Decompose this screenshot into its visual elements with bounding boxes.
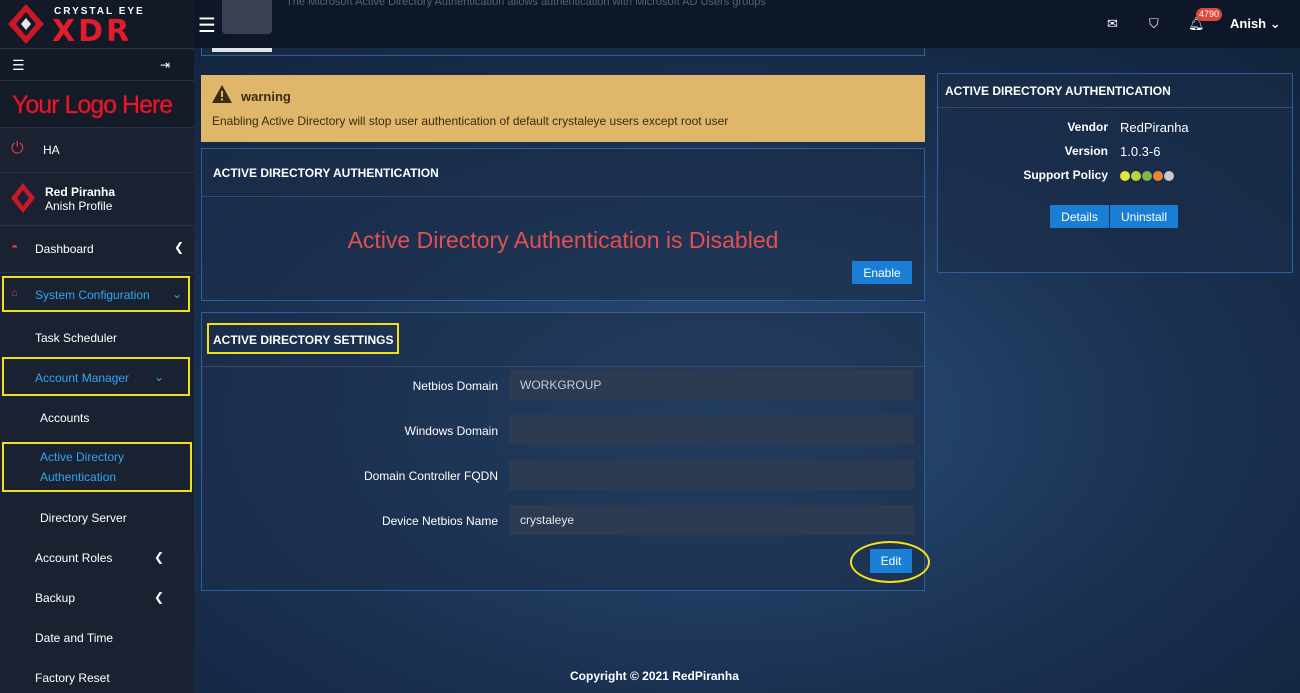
sidebar-item-ha[interactable]: ⏻ HA [0, 128, 194, 172]
power-icon: ⏻ [11, 140, 24, 157]
sidebar-item-label: Task Scheduler [35, 331, 118, 345]
panel-title: ACTIVE DIRECTORY AUTHENTICATION [938, 74, 1292, 108]
dashboard-icon: ◓ [11, 240, 19, 254]
sidebar-item-label: Directory Server [40, 511, 127, 525]
highlight-box-system-configuration [2, 276, 190, 312]
panel-title: ACTIVE DIRECTORY AUTHENTICATION [202, 149, 924, 197]
chevron-down-icon: ⌄ [1269, 16, 1281, 31]
sidebar-item-label: Date and Time [35, 631, 114, 645]
device-netbios-name-input[interactable] [509, 505, 914, 535]
support-policy-label: Support Policy [1023, 168, 1108, 182]
brand-big-text: XDR [52, 14, 133, 49]
vendor-value: RedPiranha [1120, 120, 1189, 135]
highlight-box-active-directory [2, 442, 192, 492]
mail-icon[interactable]: ✉ [1107, 16, 1118, 32]
logout-icon[interactable]: ⇥ [160, 58, 170, 72]
highlight-ellipse-edit [850, 541, 930, 583]
sidebar-item-backup[interactable]: Backup ❮ [0, 584, 194, 612]
field-label: Domain Controller FQDN [363, 469, 498, 483]
version-label: Version [1064, 144, 1108, 158]
sidebar-item-label: Factory Reset [35, 671, 110, 685]
warning-icon [212, 85, 232, 103]
field-label: Device Netbios Name [381, 514, 498, 528]
top-bar: ☰ The Microsoft Active Directory Authent… [194, 0, 1300, 48]
ad-status-panel: ACTIVE DIRECTORY AUTHENTICATION Active D… [201, 148, 925, 301]
field-label: Windows Domain [404, 424, 498, 438]
sidebar-menu-icon[interactable]: ☰ [12, 57, 25, 74]
sidebar-item-task-scheduler[interactable]: Task Scheduler [0, 322, 194, 352]
version-value: 1.0.3-6 [1120, 144, 1161, 159]
netbios-domain-input[interactable] [509, 370, 914, 400]
page-description: The Microsoft Active Directory Authentic… [286, 0, 766, 8]
sidebar-item-label: Dashboard [35, 242, 94, 256]
field-row-device-netbios-name: Device Netbios Name [202, 505, 924, 535]
ad-info-panel: ACTIVE DIRECTORY AUTHENTICATION Vendor R… [937, 73, 1293, 273]
sidebar-item-label: HA [43, 143, 60, 157]
field-row-netbios-domain: Netbios Domain [202, 370, 924, 400]
vendor-label: Vendor [1067, 120, 1108, 134]
highlight-box-account-manager [2, 357, 190, 396]
chevron-left-icon: ❮ [173, 240, 184, 254]
footer-copyright: Copyright © 2021 RedPiranha [570, 669, 739, 683]
support-policy-dot [1120, 171, 1130, 181]
red-piranha-logo-icon [11, 183, 35, 213]
highlight-box-settings-title [207, 323, 399, 354]
uninstall-button[interactable]: Uninstall [1110, 205, 1178, 228]
support-policy-dot [1153, 171, 1163, 181]
sidebar-item-account-roles[interactable]: Account Roles ❮ [0, 544, 194, 572]
warning-alert: warning Enabling Active Directory will s… [201, 75, 925, 142]
sidebar-item-label: Backup [35, 591, 76, 605]
sidebar-item-label: Accounts [40, 411, 90, 425]
support-policy-dot [1142, 171, 1152, 181]
logo-placeholder-text: Your Logo Here [12, 91, 173, 119]
chevron-left-icon: ❮ [153, 590, 164, 604]
enable-button[interactable]: Enable [852, 261, 912, 284]
sidebar: CRYSTAL EYE XDR ☰ ⇥ Your Logo Here ⏻ HA … [0, 0, 194, 693]
warning-message: Enabling Active Directory will stop user… [212, 114, 729, 128]
user-name: Anish [1230, 16, 1267, 31]
details-button[interactable]: Details [1050, 205, 1109, 228]
shield-icon[interactable]: ⛉ [1149, 16, 1159, 32]
field-row-domain-controller-fqdn: Domain Controller FQDN [202, 460, 924, 490]
domain-controller-fqdn-input[interactable] [509, 460, 914, 490]
previous-card-edge [201, 48, 925, 56]
sidebar-item-date-time[interactable]: Date and Time [0, 624, 194, 652]
sidebar-item-accounts[interactable]: Accounts [0, 404, 194, 432]
field-row-windows-domain: Windows Domain [202, 415, 924, 445]
sidebar-item-directory-server[interactable]: Directory Server [0, 504, 194, 532]
sidebar-tools: ☰ ⇥ [0, 48, 194, 80]
menu-toggle-icon[interactable]: ☰ [198, 13, 216, 38]
chevron-left-icon: ❮ [153, 550, 164, 564]
support-policy-dot [1131, 171, 1141, 181]
ad-settings-panel: ACTIVE DIRECTORY SETTINGS Netbios Domain… [201, 312, 930, 591]
windows-domain-input[interactable] [509, 415, 914, 445]
logo-placeholder: Your Logo Here [0, 80, 194, 128]
sidebar-item-dashboard[interactable]: ◓ Dashboard ❮ [0, 226, 194, 272]
previous-card-button [212, 48, 272, 52]
disabled-status-message: Active Directory Authentication is Disab… [347, 227, 779, 253]
user-menu[interactable]: Anish ⌄ [1230, 16, 1281, 32]
warning-title: warning [241, 89, 291, 104]
support-policy-dot [1164, 171, 1174, 181]
notification-badge: 4790 [1196, 8, 1223, 21]
field-label: Netbios Domain [412, 379, 498, 393]
sidebar-item-factory-reset[interactable]: Factory Reset [0, 664, 194, 692]
divider [0, 272, 194, 273]
profile-subtitle: Anish Profile [45, 199, 113, 213]
sidebar-profile[interactable]: Red Piranha Anish Profile [0, 173, 194, 225]
support-policy-dots [1120, 169, 1175, 184]
sidebar-item-label: Account Roles [35, 551, 113, 565]
page-thumbnail [222, 0, 272, 34]
brand-header: CRYSTAL EYE XDR [0, 0, 194, 49]
profile-name: Red Piranha [45, 185, 116, 199]
crystal-eye-logo-icon [8, 4, 44, 44]
